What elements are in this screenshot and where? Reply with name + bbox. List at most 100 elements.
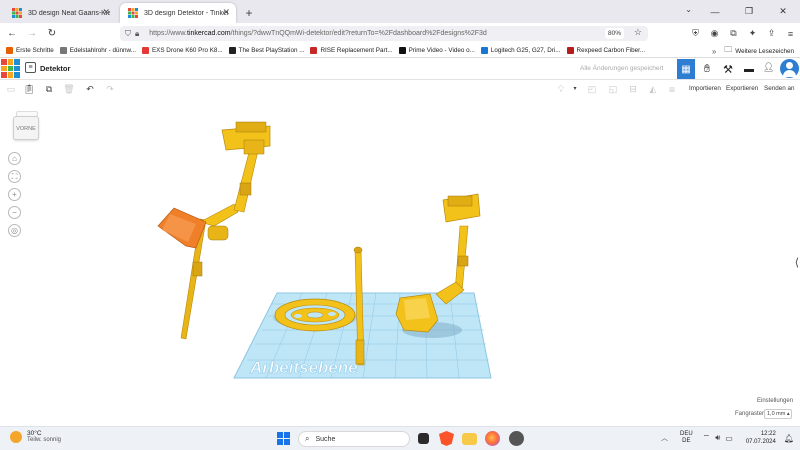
detector-model-left[interactable]	[157, 121, 271, 340]
minimize-icon[interactable]: —	[698, 0, 732, 23]
copy-icon[interactable]: ▭	[5, 83, 17, 95]
delete-icon[interactable]: 🗑︎	[63, 83, 75, 95]
bookmark-item[interactable]: Erste Schritte	[6, 47, 54, 54]
bookmark-item[interactable]: Rexpeed Carbon Fiber...	[566, 47, 645, 54]
system-tray: ︿ DEU DE ⌔ 🔊︎ ▭ 12:22 07.07.2024 🔔︎	[661, 430, 794, 446]
send-to-button[interactable]: Senden an	[764, 85, 794, 92]
share-icon[interactable]: ⇪	[762, 23, 781, 44]
browser-tab-active[interactable]: 3D design Detektor - Tinkercad ✕	[120, 3, 236, 23]
tinkercad-logo[interactable]	[1, 59, 20, 78]
bookmark-favicon-icon	[6, 47, 13, 54]
cruise-icon[interactable]: ⧈	[666, 83, 678, 95]
window-close-icon[interactable]: ✕	[766, 0, 800, 23]
sun-cloud-icon	[10, 430, 22, 443]
browser-nav-bar: ← → ↻ ⛉ 🔒︎ https://www.tinkercad.com/thi…	[0, 23, 800, 44]
tinkercad-favicon	[12, 8, 22, 18]
tab-list-chevron-icon[interactable]: ⌄	[685, 5, 692, 14]
add-user-icon[interactable]: 👤︎	[763, 62, 774, 73]
bookmark-star-icon[interactable]: ☆	[634, 27, 642, 38]
collapse-panel-icon[interactable]: ⟨	[795, 256, 799, 269]
bricks-view-icon[interactable]: ▬	[740, 59, 758, 79]
back-icon[interactable]: ←	[2, 24, 22, 44]
snap-grid-label: Fangraster	[735, 411, 765, 417]
bookmark-item[interactable]: Logitech G25, G27, Dri...	[480, 47, 561, 54]
blocks-view-icon[interactable]: ✋︎	[698, 59, 716, 79]
bookmark-favicon-icon	[398, 47, 406, 54]
chevron-up-icon[interactable]: ︿	[661, 433, 668, 443]
3d-view-grid-icon[interactable]: ▦	[677, 59, 695, 79]
clock[interactable]: 12:22 07.07.2024	[746, 430, 776, 446]
browser-tab[interactable]: 3D design Neat Gaaris-Kieran ✕	[4, 3, 116, 23]
bookmark-item[interactable]: The Best PlayStation ...	[228, 47, 304, 54]
3d-scene[interactable]: Arbeitsebene	[0, 98, 800, 426]
paste-icon[interactable]: 📋︎	[23, 83, 35, 95]
steam-icon[interactable]	[509, 431, 524, 446]
battery-icon[interactable]: ▭	[725, 434, 733, 443]
search-icon: ⌕	[305, 434, 310, 443]
export-button[interactable]: Exportieren	[726, 85, 758, 92]
brave-icon[interactable]	[439, 431, 454, 446]
forward-icon[interactable]: →	[22, 24, 42, 44]
light-bulb-icon[interactable]: 💡︎	[555, 83, 567, 95]
codeblocks-icon[interactable]: ⚒︎	[719, 59, 737, 79]
import-button[interactable]: Importieren	[689, 85, 721, 92]
group-icon[interactable]: ◰	[586, 83, 598, 95]
bookmark-favicon-icon	[141, 47, 149, 54]
restore-icon[interactable]: ❐	[732, 0, 766, 23]
pocket-icon[interactable]: ⛨	[686, 23, 705, 44]
duplicate-icon[interactable]: ⧉	[43, 83, 55, 95]
language-indicator[interactable]: DEU DE	[680, 431, 693, 445]
reload-icon[interactable]: ↻	[42, 24, 62, 44]
taskbar-search[interactable]: ⌕ Suche	[298, 431, 410, 447]
extension-icon[interactable]: ✦	[743, 23, 762, 44]
bookmark-item[interactable]: Edelstahlrohr - dünnw...	[59, 47, 136, 54]
search-placeholder: Suche	[315, 435, 336, 443]
zoom-level[interactable]: 80%	[604, 28, 624, 39]
weather-widget[interactable]: 30°C Teilw. sonnig	[10, 430, 61, 443]
windows-start-icon[interactable]	[277, 432, 290, 445]
detector-coil[interactable]	[274, 298, 356, 332]
dropdown-chevron-icon[interactable]: ▾	[569, 83, 581, 95]
browser-toolbar-icons: ⛨ ◉ ⧉ ✦ ⇪ ≡	[686, 23, 800, 44]
tinkercad-header: ≡ Detektor Alle Änderungen gespeichert ▦…	[0, 58, 800, 80]
undo-icon[interactable]: ↶	[84, 83, 96, 95]
browser-tab-strip: 3D design Neat Gaaris-Kieran ✕ 3D design…	[0, 0, 800, 23]
url-text[interactable]: https://www.tinkercad.com/things/?dwwTnQ…	[149, 30, 487, 37]
settings-link[interactable]: Einstellungen	[757, 398, 793, 404]
url-bar[interactable]: ⛉ 🔒︎ https://www.tinkercad.com/things/?d…	[120, 26, 648, 41]
3d-workplane-area[interactable]: VORNE ⌂ ⛶ + − ◎ Arbeitsebene ⟨ Einstellu…	[0, 98, 800, 426]
file-explorer-icon[interactable]	[462, 433, 477, 445]
shield-icon[interactable]: ⛉	[125, 29, 131, 39]
bookmark-item[interactable]: Prime Video - Video o...	[398, 47, 475, 54]
design-title[interactable]: Detektor	[40, 64, 70, 73]
lock-icon[interactable]: 🔒︎	[135, 29, 139, 39]
windows-taskbar: 30°C Teilw. sonnig ⌕ Suche ︿ DEU DE ⌔ 🔊︎ …	[0, 426, 800, 450]
account-icon[interactable]: ◉	[705, 23, 724, 44]
firefox-icon[interactable]	[485, 431, 500, 446]
close-icon[interactable]: ✕	[222, 7, 230, 18]
design-menu-icon[interactable]: ≡	[25, 62, 36, 73]
notification-bell-icon[interactable]: 🔔︎	[784, 434, 794, 443]
redo-icon[interactable]: ↷	[104, 83, 116, 95]
close-icon[interactable]: ✕	[102, 7, 110, 18]
menu-icon[interactable]: ≡	[781, 23, 800, 44]
volume-icon[interactable]: 🔊︎	[715, 433, 720, 443]
more-bookmarks-folder[interactable]: Weitere Lesezeichen	[735, 48, 794, 55]
new-tab-button[interactable]: +	[242, 3, 256, 23]
extensions-icon[interactable]: ⧉	[724, 23, 743, 44]
task-view-icon[interactable]	[418, 433, 429, 444]
temperature: 30°C	[27, 430, 42, 437]
wifi-icon[interactable]: ⌔	[703, 433, 711, 443]
bookmark-favicon-icon	[228, 47, 236, 54]
avatar[interactable]	[780, 59, 799, 78]
bookmark-item[interactable]: RISE Replacement Part...	[310, 47, 393, 54]
ungroup-icon[interactable]: ◱	[607, 83, 619, 95]
align-icon[interactable]: ⊟	[627, 83, 639, 95]
mirror-icon[interactable]: ◭	[647, 83, 659, 95]
bookmark-favicon-icon	[310, 47, 318, 54]
snap-grid-select[interactable]: 1,0 mm ▴	[764, 409, 792, 419]
tab-title: 3D design Neat Gaaris-Kieran	[28, 9, 110, 17]
bookmark-item[interactable]: EXS Drone K60 Pro K8...	[141, 47, 223, 54]
save-status: Alle Änderungen gespeichert	[580, 65, 664, 72]
chevron-right-icon[interactable]: »	[712, 47, 716, 56]
